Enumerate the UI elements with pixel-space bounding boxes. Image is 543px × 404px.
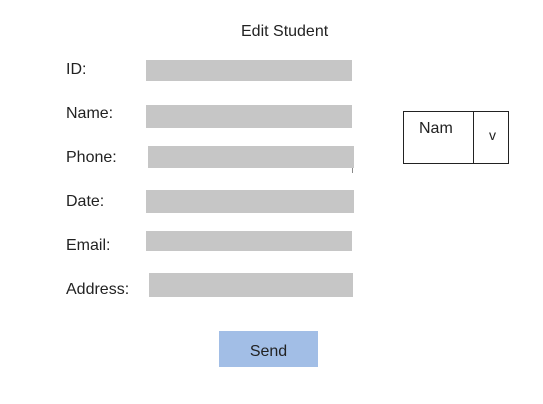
chevron-down-icon[interactable]: v (489, 127, 496, 143)
send-button[interactable]: Send (219, 331, 318, 367)
sort-select[interactable]: Nam v (403, 111, 509, 164)
id-input[interactable] (146, 60, 352, 81)
sort-select-divider (473, 112, 474, 163)
name-label: Name: (66, 105, 114, 122)
date-input[interactable] (146, 190, 354, 213)
phone-label: Phone: (66, 149, 117, 166)
email-label: Email: (66, 237, 111, 254)
id-label: ID: (66, 61, 87, 78)
date-label: Date: (66, 193, 105, 210)
phone-input[interactable] (148, 146, 354, 168)
address-label: Address: (66, 281, 130, 298)
sort-select-value: Nam (419, 120, 453, 137)
address-input[interactable] (149, 273, 353, 297)
email-input[interactable] (146, 231, 352, 251)
name-input[interactable] (146, 105, 352, 128)
phone-input-edge (352, 168, 353, 173)
form-title: Edit Student (241, 23, 329, 40)
